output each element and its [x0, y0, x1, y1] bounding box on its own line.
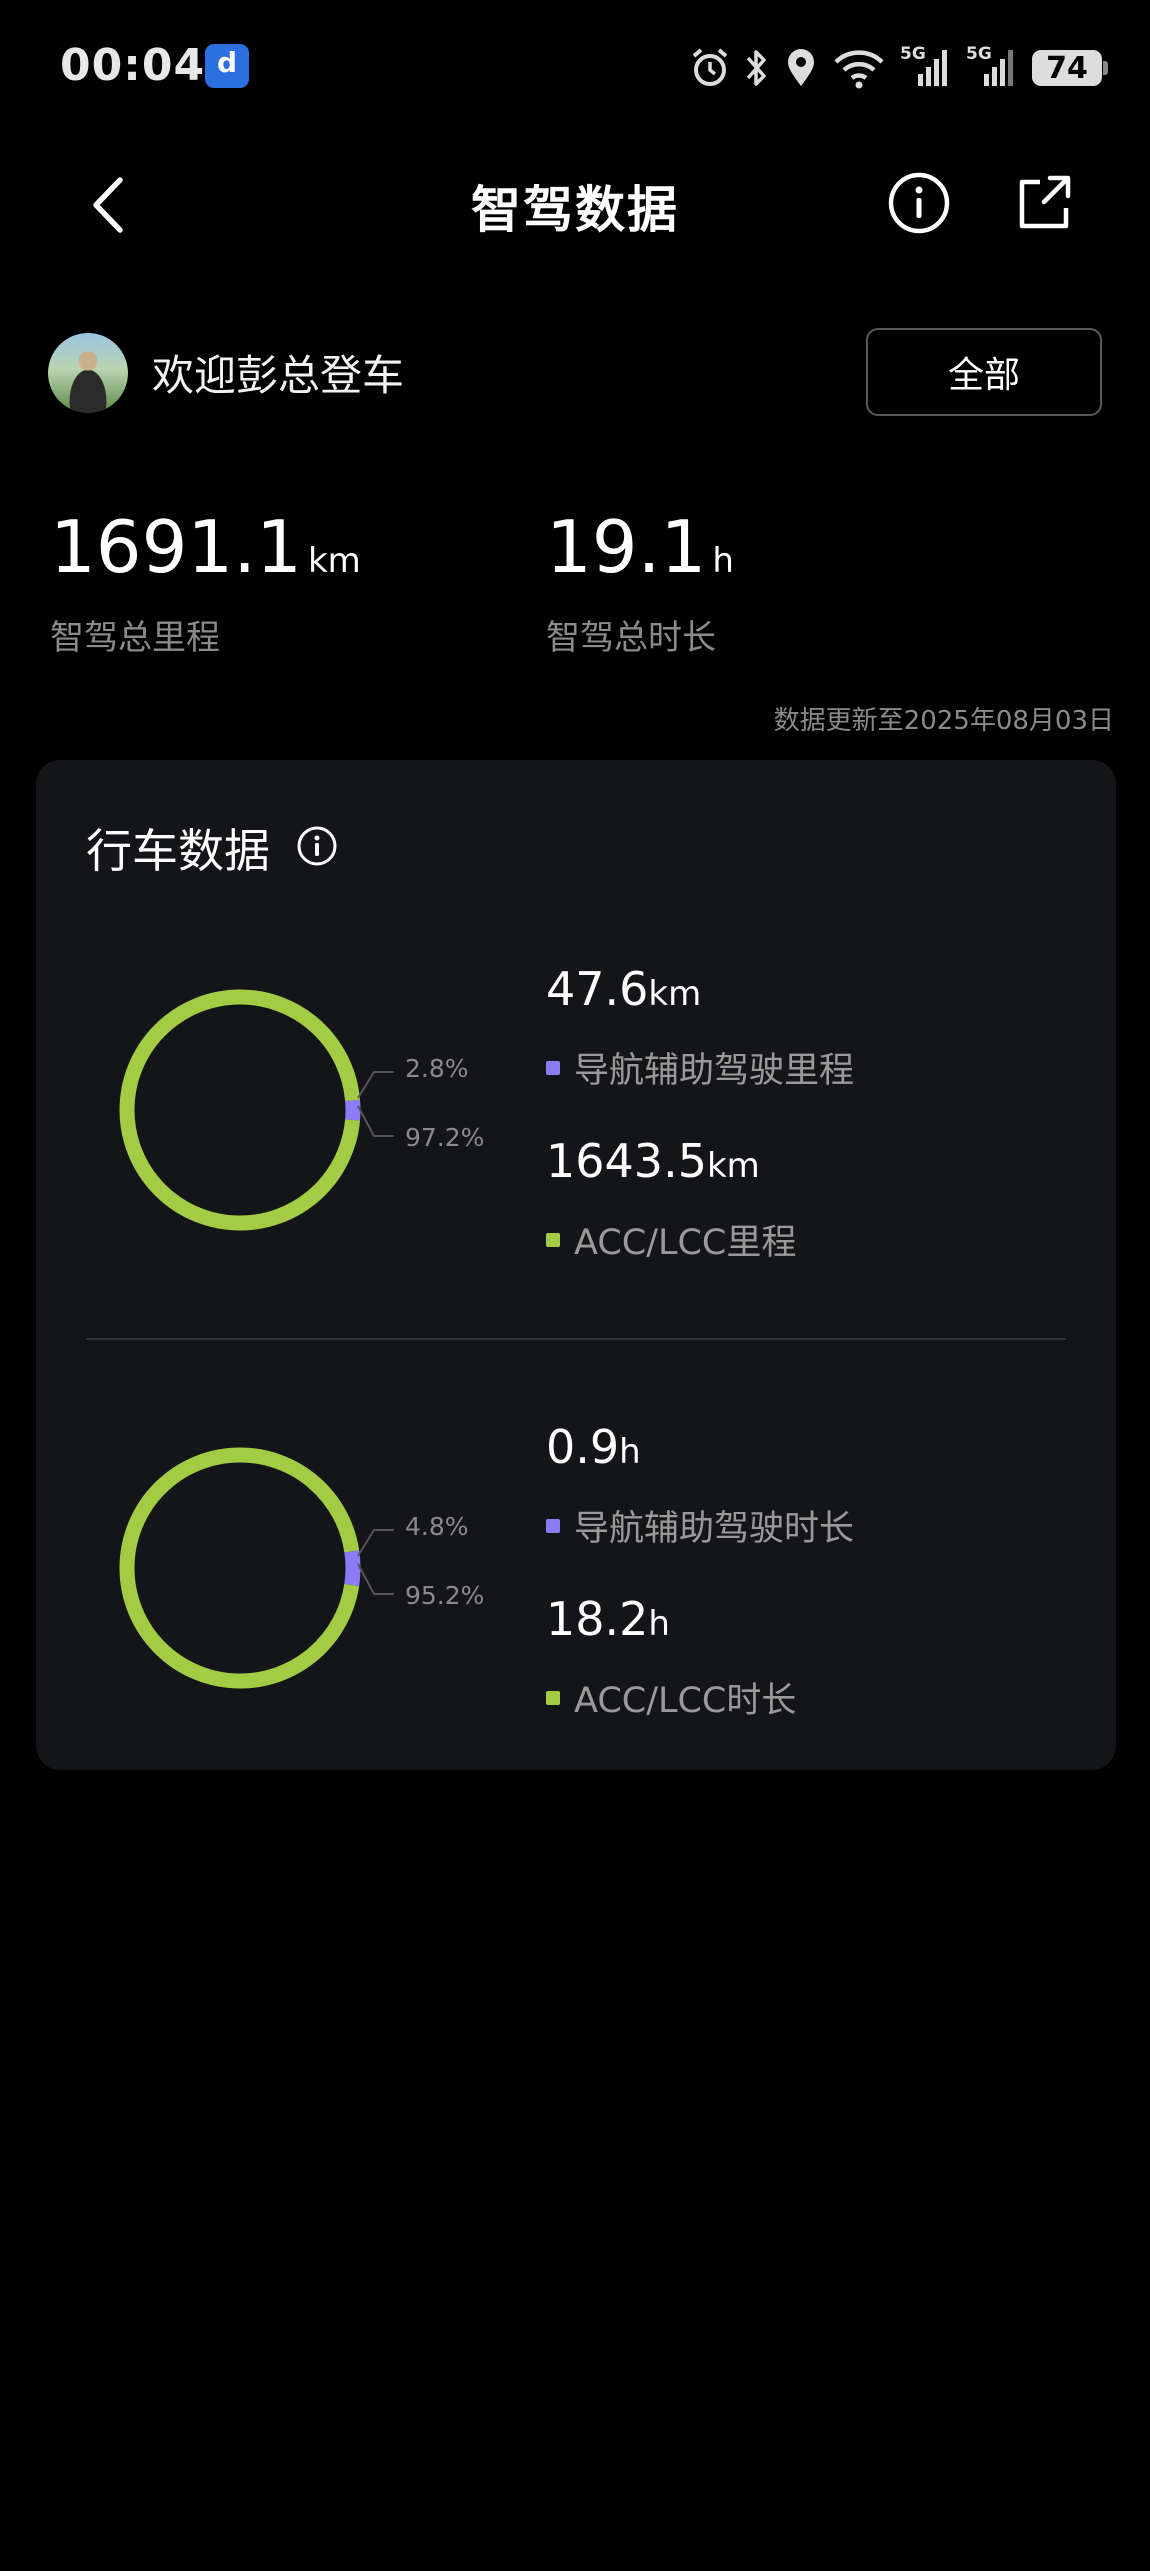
avatar: [48, 333, 128, 413]
nav-distance-value: 47.6: [546, 962, 649, 1016]
signal-icon: 5G: [900, 44, 952, 90]
acc-duration-metric: 18.2h: [546, 1592, 670, 1646]
acc-distance-percent: 97.2%: [405, 1123, 485, 1152]
nav-duration-percent: 4.8%: [405, 1512, 469, 1541]
nav-duration-label-row: 导航辅助驾驶时长: [546, 1500, 854, 1551]
nav-distance-metric: 47.6km: [546, 962, 701, 1016]
distance-leader-lines: [357, 1071, 394, 1137]
acc-duration-label: ACC/LCC时长: [574, 1681, 797, 1721]
total-duration: 19.1 h: [546, 505, 734, 589]
divider: [86, 1338, 1066, 1340]
acc-duration-label-row: ACC/LCC时长: [546, 1672, 796, 1723]
acc-distance-arc: [119, 989, 361, 1231]
location-icon: [788, 49, 814, 86]
duration-leader-lines: [357, 1529, 394, 1595]
acc-distance-metric: 1643.5km: [546, 1134, 760, 1188]
battery-icon: 74: [1032, 50, 1108, 86]
nav-distance-label-row: 导航辅助驾驶里程: [546, 1042, 854, 1093]
acc-legend-swatch: [546, 1690, 560, 1705]
nav-duration-metric: 0.9h: [546, 1420, 641, 1474]
nav-duration-value: 0.9: [546, 1420, 620, 1474]
status-icons: 5G 5G 74: [690, 40, 1108, 96]
duration-donut-chart: [119, 1447, 361, 1689]
status-time: 00:04: [60, 40, 206, 91]
nav-duration-label: 导航辅助驾驶时长: [574, 1509, 855, 1549]
total-distance-value: 1691.1: [50, 505, 302, 589]
acc-distance-unit: km: [706, 1146, 760, 1186]
total-duration-unit: h: [712, 541, 734, 581]
nav-legend-swatch: [546, 1518, 560, 1533]
update-timestamp: 数据更新至2025年08月03日: [773, 706, 1114, 736]
share-icon[interactable]: [1010, 170, 1076, 236]
nav-distance-percent: 2.8%: [405, 1054, 469, 1083]
acc-distance-value: 1643.5: [546, 1134, 707, 1188]
acc-duration-unit: h: [648, 1604, 670, 1644]
app-notification-icon: [205, 44, 249, 88]
info-icon[interactable]: [296, 825, 338, 867]
total-duration-value: 19.1: [546, 505, 707, 589]
card-title: 行车数据: [86, 824, 270, 878]
nav-duration-unit: h: [619, 1432, 641, 1472]
acc-legend-swatch: [546, 1232, 560, 1247]
nav-legend-swatch: [546, 1060, 560, 1075]
acc-duration-percent: 95.2%: [405, 1581, 485, 1610]
total-distance-label: 智驾总里程: [50, 618, 220, 658]
welcome-text: 欢迎彭总登车: [152, 351, 405, 400]
acc-distance-label: ACC/LCC里程: [574, 1223, 797, 1263]
acc-duration-arc: [119, 1447, 361, 1689]
page-title: 智驾数据: [471, 181, 679, 239]
filter-button[interactable]: 全部: [866, 328, 1102, 416]
alarm-icon: [692, 48, 728, 86]
total-distance: 1691.1 km: [50, 505, 361, 589]
total-distance-unit: km: [307, 541, 361, 581]
acc-duration-value: 18.2: [546, 1592, 649, 1646]
acc-distance-label-row: ACC/LCC里程: [546, 1214, 796, 1265]
nav-distance-label: 导航辅助驾驶里程: [574, 1051, 855, 1091]
bluetooth-icon: [746, 50, 766, 86]
info-icon[interactable]: [886, 170, 952, 236]
total-duration-label: 智驾总时长: [546, 618, 716, 658]
wifi-icon: [834, 50, 884, 89]
signal-icon: 5G: [966, 44, 1018, 90]
nav-distance-unit: km: [648, 974, 702, 1014]
distance-donut-chart: [119, 989, 361, 1231]
